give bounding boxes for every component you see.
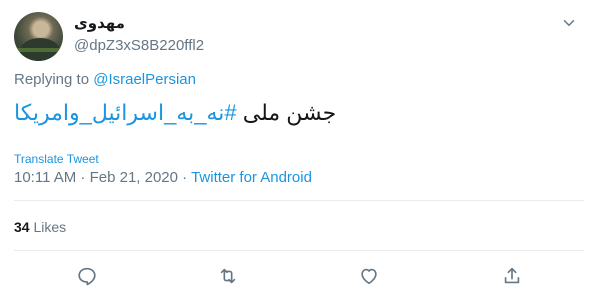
replying-to: Replying to @IsraelPersian (14, 71, 196, 88)
tweet-meta: 10:11 AM · Feb 21, 2020 · Twitter for An… (14, 168, 312, 188)
reply-icon[interactable] (76, 265, 100, 289)
timestamp[interactable]: 10:11 AM · Feb 21, 2020 · (14, 169, 191, 186)
chevron-down-icon[interactable] (560, 14, 578, 32)
display-name[interactable]: مهدوی (74, 14, 204, 34)
retweet-icon[interactable] (217, 265, 241, 289)
user-info[interactable]: مهدوی @dpZ3xS8B220ffl2 (74, 14, 204, 56)
likes-label: Likes (33, 219, 67, 235)
tweet-header: مهدوی @dpZ3xS8B220ffl2 (14, 12, 584, 62)
likes-stat[interactable]: 34 Likes (14, 219, 66, 235)
replying-to-label: Replying to (14, 71, 90, 88)
tweet-text-plain: جشن ملی (236, 100, 337, 125)
replying-to-link[interactable]: @IsraelPersian (93, 71, 196, 88)
share-icon[interactable] (501, 265, 525, 289)
action-bar (14, 262, 584, 292)
heart-icon[interactable] (358, 265, 382, 289)
translate-tweet-link[interactable]: Translate Tweet (14, 152, 99, 166)
divider (14, 200, 584, 201)
divider (14, 250, 584, 251)
source-link[interactable]: Twitter for Android (191, 169, 312, 186)
avatar[interactable] (14, 12, 63, 61)
user-handle[interactable]: @dpZ3xS8B220ffl2 (74, 36, 204, 56)
avatar-stripe (14, 48, 63, 52)
tweet-text: جشن ملی #نه_به_اسرائیل_وامریکا (14, 98, 584, 128)
likes-count: 34 (14, 219, 30, 235)
hashtag-link[interactable]: #نه_به_اسرائیل_وامریکا (14, 100, 237, 125)
